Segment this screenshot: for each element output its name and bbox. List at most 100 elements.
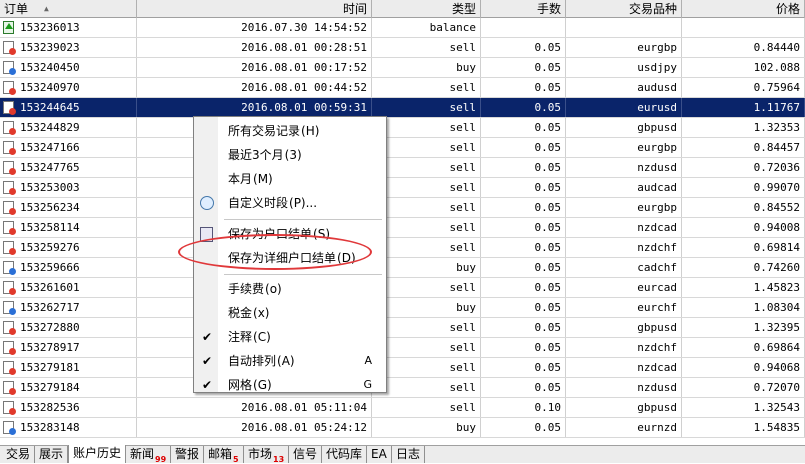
tab-8[interactable]: 代码库 bbox=[322, 446, 368, 463]
table-row[interactable]: 153279181 sell 0.05 nzdcad 0.94068 bbox=[0, 358, 805, 378]
cell-lots bbox=[481, 18, 566, 37]
table-row[interactable]: 153240450 2016.08.01 00:17:52 buy 0.05 usdjp… bbox=[0, 58, 805, 78]
menu-item[interactable]: 保存为户口结单(S) bbox=[194, 223, 384, 245]
cell-type: sell bbox=[372, 358, 481, 377]
cell-type: sell bbox=[372, 178, 481, 197]
tab-1[interactable]: 展示 bbox=[35, 446, 69, 463]
cell-lots: 0.05 bbox=[481, 138, 566, 157]
table-row[interactable]: 153278917 sell 0.05 nzdchf 0.69864 bbox=[0, 338, 805, 358]
cell-type: sell bbox=[372, 138, 481, 157]
table-row[interactable]: 153259666 buy 0.05 cadchf 0.74260 bbox=[0, 258, 805, 278]
cell-price: 0.72036 bbox=[682, 158, 805, 177]
sell-order-icon bbox=[3, 181, 16, 195]
cell-symbol: eurcad bbox=[566, 278, 682, 297]
menu-item-label: 税金(x) bbox=[228, 306, 270, 320]
order-dot-icon bbox=[9, 88, 16, 95]
sell-order-icon bbox=[3, 321, 16, 335]
table-row[interactable]: 153236013 2016.07.30 14:54:52 balance bbox=[0, 18, 805, 38]
table-row[interactable]: 153253003 sell 0.05 audcad 0.99070 bbox=[0, 178, 805, 198]
tab-4[interactable]: 警报 bbox=[171, 446, 205, 463]
menu-item-accel: (H) bbox=[301, 124, 320, 138]
menu-item-label: 网格(G) bbox=[228, 378, 272, 392]
table-row[interactable]: 153244829 sell 0.05 gbpusd 1.32353 bbox=[0, 118, 805, 138]
cell-order: 153240450 bbox=[0, 58, 137, 77]
cell-type: buy bbox=[372, 298, 481, 317]
menu-item[interactable]: 保存为详细户口结单(D) bbox=[194, 247, 384, 269]
menu-item[interactable]: ✔ 注释(C) bbox=[194, 326, 384, 348]
cell-price: 0.84457 bbox=[682, 138, 805, 157]
sell-order-icon bbox=[3, 241, 16, 255]
cell-symbol: cadchf bbox=[566, 258, 682, 277]
cell-symbol: audusd bbox=[566, 78, 682, 97]
cell-type: sell bbox=[372, 78, 481, 97]
cell-symbol: nzdchf bbox=[566, 238, 682, 257]
order-dot-icon bbox=[9, 128, 16, 135]
tab-10[interactable]: 日志 bbox=[392, 446, 426, 463]
balance-icon bbox=[3, 21, 14, 34]
cell-symbol: eurgbp bbox=[566, 38, 682, 57]
cell-price bbox=[682, 18, 805, 37]
tab-7[interactable]: 信号 bbox=[289, 446, 323, 463]
cell-lots: 0.05 bbox=[481, 258, 566, 277]
cell-symbol: eurgbp bbox=[566, 138, 682, 157]
tab-label: 市场 bbox=[248, 447, 273, 461]
tab-0[interactable]: 交易 bbox=[2, 446, 36, 463]
order-dot-icon bbox=[9, 148, 16, 155]
tab-label: 警报 bbox=[175, 447, 200, 461]
cell-price: 1.32353 bbox=[682, 118, 805, 137]
table-row[interactable]: 153247765 sell 0.05 nzdusd 0.72036 bbox=[0, 158, 805, 178]
table-row[interactable]: 153282536 2016.08.01 05:11:04 sell 0.10 gbpu… bbox=[0, 398, 805, 418]
menu-item[interactable]: 自定义时段(P)... bbox=[194, 192, 384, 214]
menu-item[interactable]: ✔ 网格(G) G bbox=[194, 374, 384, 396]
tab-5[interactable]: 邮箱5 bbox=[204, 446, 244, 464]
menu-item[interactable]: 税金(x) bbox=[194, 302, 384, 324]
cell-order: 153258114 bbox=[0, 218, 137, 237]
cell-price: 0.99070 bbox=[682, 178, 805, 197]
sell-order-icon bbox=[3, 401, 16, 415]
header-col-symbol[interactable]: 交易品种 bbox=[566, 0, 682, 18]
sell-order-icon bbox=[3, 141, 16, 155]
menu-item[interactable]: ✔ 自动排列(A) A bbox=[194, 350, 384, 372]
table-row[interactable]: 153262717 buy 0.05 eurchf 1.08304 bbox=[0, 298, 805, 318]
menu-separator bbox=[224, 274, 382, 275]
cell-symbol: usdjpy bbox=[566, 58, 682, 77]
table-row[interactable]: 153239023 2016.08.01 00:28:51 sell 0.05 eurg… bbox=[0, 38, 805, 58]
table-row[interactable]: 153256234 sell 0.05 eurgbp 0.84552 bbox=[0, 198, 805, 218]
order-dot-icon bbox=[9, 428, 16, 435]
menu-item[interactable]: 手续费(o) bbox=[194, 278, 384, 300]
cell-type: sell bbox=[372, 238, 481, 257]
table-row[interactable]: 153240970 2016.08.01 00:44:52 sell 0.05 audu… bbox=[0, 78, 805, 98]
menu-item[interactable]: 最近3个月(3) bbox=[194, 144, 384, 166]
order-dot-icon bbox=[9, 368, 16, 375]
tab-6[interactable]: 市场13 bbox=[244, 446, 290, 464]
table-row[interactable]: 153283148 2016.08.01 05:24:12 buy 0.05 eurnz… bbox=[0, 418, 805, 438]
table-row[interactable]: 153279184 sell 0.05 nzdusd 0.72070 bbox=[0, 378, 805, 398]
header-col-order[interactable]: 订单 bbox=[0, 0, 137, 18]
cell-type: sell bbox=[372, 398, 481, 417]
header-col-type[interactable]: 类型 bbox=[372, 0, 481, 18]
header-col-time[interactable]: 时间 bbox=[137, 0, 372, 18]
bottom-tabs: 交易 展示 账户历史 新闻99 警报 邮箱5 市场13 信号 代码库 EA 日志 bbox=[0, 445, 805, 464]
header-col-price[interactable]: 价格 bbox=[682, 0, 805, 18]
header-col-lots[interactable]: 手数 bbox=[481, 0, 566, 18]
menu-item[interactable]: 所有交易记录(H) bbox=[194, 120, 384, 142]
table-row[interactable]: 153247166 sell 0.05 eurgbp 0.84457 bbox=[0, 138, 805, 158]
cell-type: sell bbox=[372, 378, 481, 397]
order-dot-icon bbox=[9, 228, 16, 235]
tab-9[interactable]: EA bbox=[367, 446, 392, 463]
tab-3[interactable]: 新闻99 bbox=[126, 446, 172, 464]
table-row[interactable]: 153258114 sell 0.05 nzdcad 0.94008 bbox=[0, 218, 805, 238]
menu-item-label: 所有交易记录(H) bbox=[228, 124, 320, 138]
table-row[interactable]: 153261601 sell 0.05 eurcad 1.45823 bbox=[0, 278, 805, 298]
cell-lots: 0.05 bbox=[481, 238, 566, 257]
cell-price: 0.75964 bbox=[682, 78, 805, 97]
save-report-icon bbox=[200, 227, 213, 242]
tab-2[interactable]: 账户历史 bbox=[68, 445, 127, 463]
menu-item[interactable]: 本月(M) bbox=[194, 168, 384, 190]
table-row[interactable]: 153259276 sell 0.05 nzdchf 0.69814 bbox=[0, 238, 805, 258]
table-row[interactable]: 153272880 sell 0.05 gbpusd 1.32395 bbox=[0, 318, 805, 338]
menu-item-label: 手续费(o) bbox=[228, 282, 282, 296]
order-dot-icon bbox=[9, 268, 16, 275]
table-row[interactable]: 153244645 2016.08.01 00:59:31 sell 0.05 euru… bbox=[0, 98, 805, 118]
cell-price: 0.84552 bbox=[682, 198, 805, 217]
